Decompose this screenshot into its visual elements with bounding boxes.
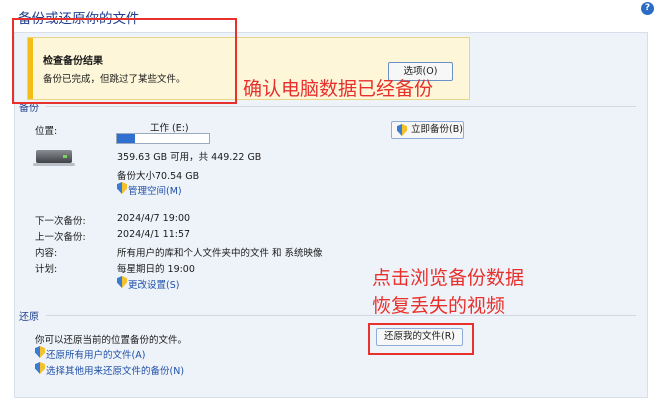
shield-icon [397,124,407,136]
backup-size-text: 备份大小70.54 GB [117,171,200,182]
schedule-value: 每星期日的 19:00 [117,264,195,275]
backup-now-label: 立即备份(B) [411,124,463,135]
highlight-box-notice [12,18,237,104]
schedule-label: 计划: [35,264,58,275]
highlight-box-restore [368,323,474,355]
contents-value: 所有用户的库和个人文件夹中的文件 和 系统映像 [117,248,323,259]
select-other-backup-link[interactable]: 选择其他用来还原文件的备份(N) [46,363,184,377]
restore-all-users-link[interactable]: 还原所有用户的文件(A) [46,347,145,361]
restore-description: 你可以还原当前的位置备份的文件。 [35,335,188,346]
drive-name: 工作 (E:) [150,123,189,134]
help-button[interactable]: ? [641,2,654,15]
backup-now-button[interactable]: 立即备份(B) [391,121,464,139]
drive-base [33,163,75,166]
change-settings-link[interactable]: 更改设置(S) [128,277,179,291]
backup-divider [46,106,636,107]
annotation-line2: 恢复丢失的视频 [372,295,506,317]
drive-usage-fill [117,134,136,143]
drive-usage-bar [116,133,210,144]
next-backup-value: 2024/4/7 19:00 [117,213,191,224]
location-label: 位置: [35,126,58,137]
last-backup-value: 2024/4/1 11:57 [117,229,191,240]
manage-space-link[interactable]: 管理空间(M) [128,183,182,197]
drive-icon [36,150,72,163]
last-backup-label: 上一次备份: [35,232,86,243]
free-space-text: 359.63 GB 可用，共 449.22 GB [117,152,262,163]
next-backup-label: 下一次备份: [35,216,86,227]
restore-divider [46,315,636,316]
contents-label: 内容: [35,248,58,259]
annotation-confirm: 确认电脑数据已经备份 [243,78,434,100]
restore-section-label: 还原 [19,312,39,323]
annotation-line1: 点击浏览备份数据 [372,267,525,289]
